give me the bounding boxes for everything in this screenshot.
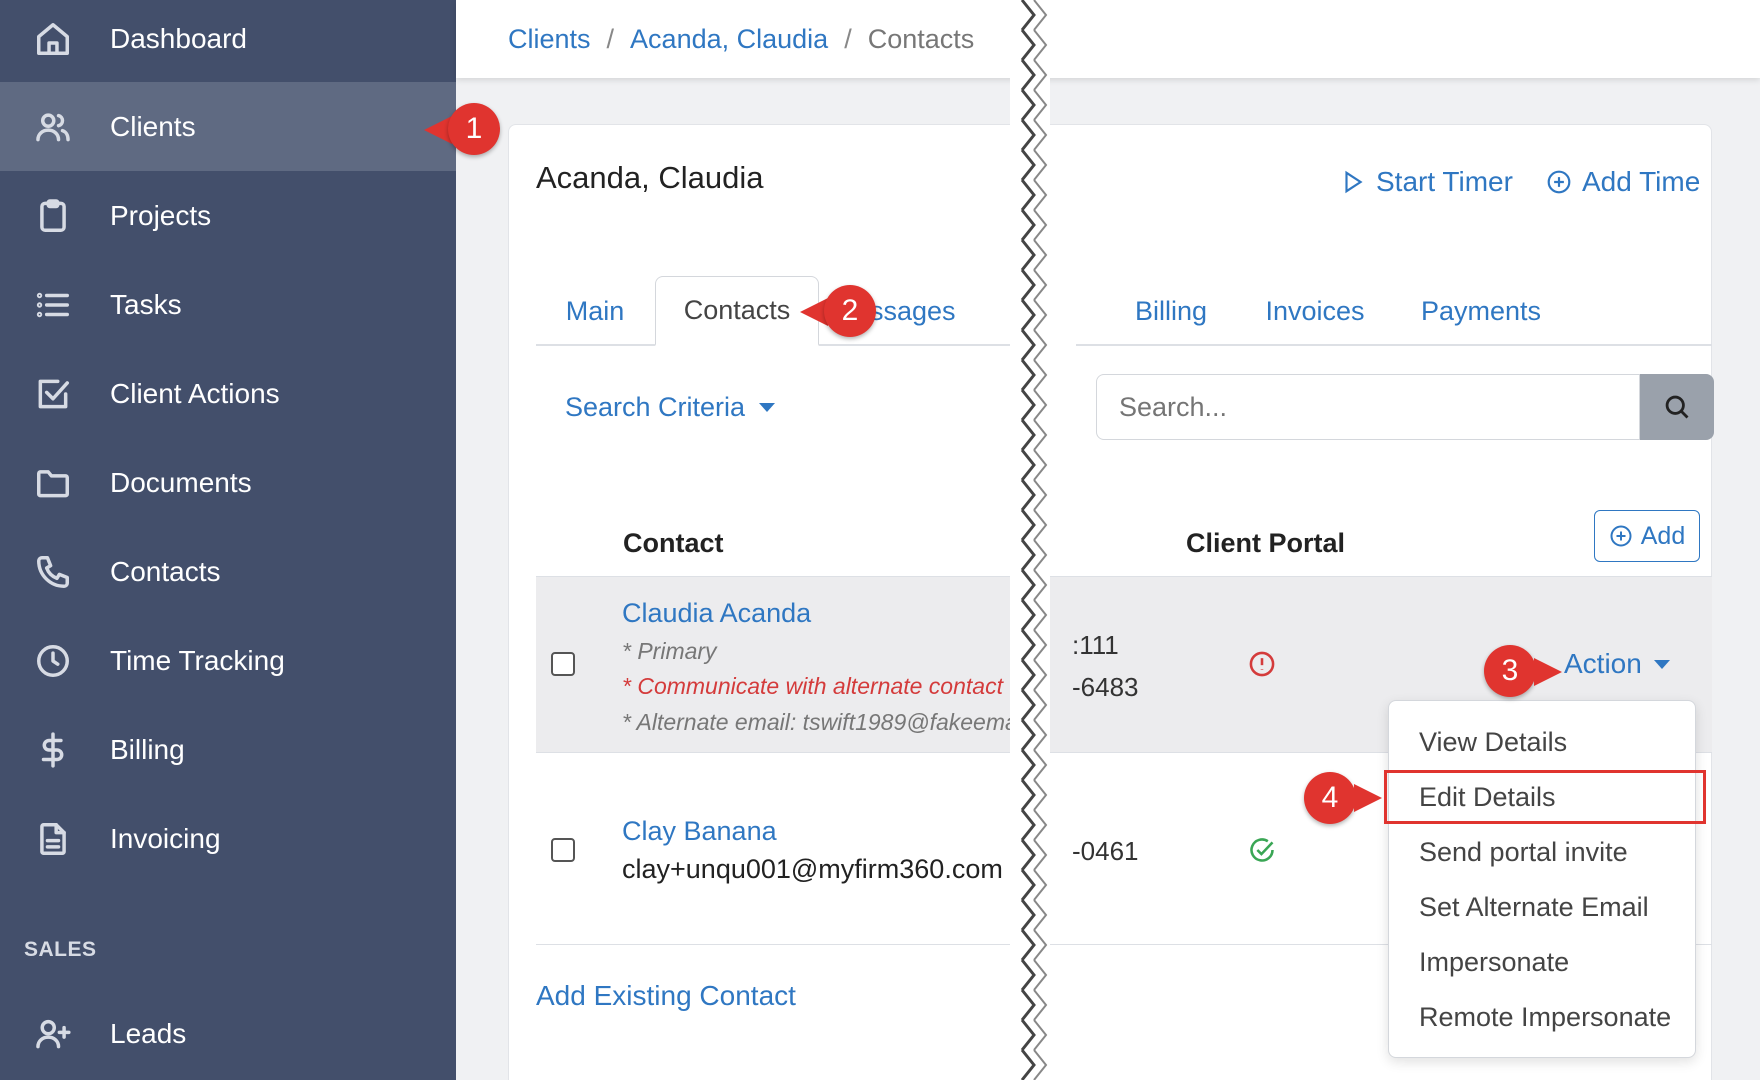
row-checkbox[interactable] xyxy=(551,838,575,862)
tab-messages[interactable]: ssages xyxy=(870,276,980,346)
phone-icon xyxy=(32,551,74,593)
sidebar-item-label: Invoicing xyxy=(110,822,221,854)
callout-pointer xyxy=(1534,658,1562,686)
start-timer-label: Start Timer xyxy=(1376,166,1513,197)
folder-icon xyxy=(32,462,74,504)
sales-section-header: SALES xyxy=(24,938,97,961)
sidebar-item-label: Documents xyxy=(110,466,252,498)
contact-phone: :111 xyxy=(1072,630,1119,660)
add-contact-button[interactable]: Add xyxy=(1594,510,1700,562)
sidebar-item-label: Time Tracking xyxy=(110,644,285,676)
add-existing-contact-link[interactable]: Add Existing Contact xyxy=(536,980,796,1012)
contact-phone: -0461 xyxy=(1072,836,1139,866)
checkbox-icon xyxy=(32,373,74,415)
search-input[interactable] xyxy=(1096,374,1640,440)
edit-details-highlight xyxy=(1384,770,1706,824)
sidebar-item-label: Dashboard xyxy=(110,22,247,54)
caret-down-icon xyxy=(1653,659,1670,669)
clipboard-icon xyxy=(32,195,74,237)
sidebar-item-label: Contacts xyxy=(110,555,221,587)
search-criteria-label: Search Criteria xyxy=(565,392,746,422)
add-time-label: Add Time xyxy=(1582,166,1701,197)
breadcrumb-separator: / xyxy=(844,23,852,54)
breadcrumb-client-link[interactable]: Acanda, Claudia xyxy=(630,24,828,55)
column-header-client-portal: Client Portal xyxy=(1186,528,1346,558)
tab-billing[interactable]: Billing xyxy=(1124,276,1218,346)
dollar-icon xyxy=(32,729,74,771)
tab-payments[interactable]: Payments xyxy=(1416,276,1546,346)
callout-3: 3 xyxy=(1484,645,1536,697)
sidebar: Dashboard Clients Projects Tasks Client … xyxy=(0,0,456,1080)
callout-2: 2 xyxy=(824,285,876,337)
menu-item-remote-impersonate[interactable]: Remote Impersonate xyxy=(1419,1002,1671,1033)
users-icon xyxy=(32,106,74,148)
action-menu: View Details Edit Details Send portal in… xyxy=(1388,700,1696,1058)
torn-divider xyxy=(1010,0,1072,1080)
sidebar-item-projects[interactable]: Projects xyxy=(0,171,456,260)
tab-main[interactable]: Main xyxy=(536,276,654,346)
portal-ok-icon xyxy=(1248,836,1276,864)
tab-contacts[interactable]: Contacts xyxy=(655,276,819,346)
callout-4: 4 xyxy=(1304,772,1356,824)
sidebar-item-clients[interactable]: Clients xyxy=(0,82,456,171)
contact-note: * Primary xyxy=(622,638,717,664)
breadcrumb-current: Contacts xyxy=(867,23,975,54)
user-plus-icon xyxy=(32,1013,74,1055)
menu-item-impersonate[interactable]: Impersonate xyxy=(1419,947,1569,978)
start-timer-button[interactable]: Start Timer xyxy=(1340,166,1513,198)
action-label: Action xyxy=(1564,648,1642,679)
callout-pointer xyxy=(1354,784,1382,812)
contact-email: clay+unqu001@myfirm360.com xyxy=(622,854,1003,884)
contact-note: * Alternate email: tswift1989@fakeema xyxy=(622,709,1018,735)
sidebar-item-leads[interactable]: Leads xyxy=(0,989,456,1078)
sidebar-item-time-tracking[interactable]: Time Tracking xyxy=(0,616,456,705)
sidebar-item-invoicing[interactable]: Invoicing xyxy=(0,794,456,883)
sidebar-item-contacts[interactable]: Contacts xyxy=(0,527,456,616)
sidebar-item-billing[interactable]: Billing xyxy=(0,705,456,794)
add-label: Add xyxy=(1640,521,1686,550)
tab-invoices[interactable]: Invoices xyxy=(1258,276,1372,346)
sidebar-item-dashboard[interactable]: Dashboard xyxy=(0,0,456,83)
menu-item-set-alternate-email[interactable]: Set Alternate Email xyxy=(1419,892,1649,923)
search-button[interactable] xyxy=(1640,374,1714,440)
contact-name-link[interactable]: Claudia Acanda xyxy=(622,598,811,629)
sidebar-item-label: Tasks xyxy=(110,288,182,320)
list-icon xyxy=(32,284,74,326)
clock-icon xyxy=(32,640,74,682)
action-dropdown-button[interactable]: Action xyxy=(1564,648,1670,680)
portal-warning-icon xyxy=(1248,650,1276,678)
contact-name-link[interactable]: Clay Banana xyxy=(622,816,777,847)
search-criteria-toggle[interactable]: Search Criteria xyxy=(565,392,776,423)
column-header-contact: Contact xyxy=(623,528,724,558)
sidebar-item-client-actions[interactable]: Client Actions xyxy=(0,349,456,438)
callout-1: 1 xyxy=(448,103,500,155)
menu-item-send-portal-invite[interactable]: Send portal invite xyxy=(1419,837,1628,868)
sidebar-item-documents[interactable]: Documents xyxy=(0,438,456,527)
sidebar-item-label: Clients xyxy=(110,110,196,142)
add-time-button[interactable]: Add Time xyxy=(1546,166,1700,198)
caret-down-icon xyxy=(759,403,776,412)
contact-note-warning: * Communicate with alternate contact xyxy=(622,673,1003,699)
play-icon xyxy=(1340,169,1366,195)
sidebar-item-label: Billing xyxy=(110,733,185,765)
breadcrumb: Clients / Acanda, Claudia / Contacts xyxy=(456,0,1760,78)
page-title: Acanda, Claudia xyxy=(536,160,764,195)
sidebar-item-label: Client Actions xyxy=(110,377,280,409)
row-checkbox[interactable] xyxy=(551,652,575,676)
file-text-icon xyxy=(32,818,74,860)
contact-phone: -6483 xyxy=(1072,672,1139,702)
plus-circle-icon xyxy=(1609,524,1633,548)
breadcrumb-separator: / xyxy=(606,23,615,54)
breadcrumb-clients-link[interactable]: Clients xyxy=(508,24,591,55)
sidebar-item-label: Projects xyxy=(110,199,212,231)
plus-circle-icon xyxy=(1546,169,1572,195)
sidebar-item-label: Leads xyxy=(110,1017,187,1049)
home-icon xyxy=(32,18,74,60)
menu-item-view-details[interactable]: View Details xyxy=(1419,727,1567,758)
sidebar-item-tasks[interactable]: Tasks xyxy=(0,260,456,349)
search-icon xyxy=(1663,393,1691,421)
